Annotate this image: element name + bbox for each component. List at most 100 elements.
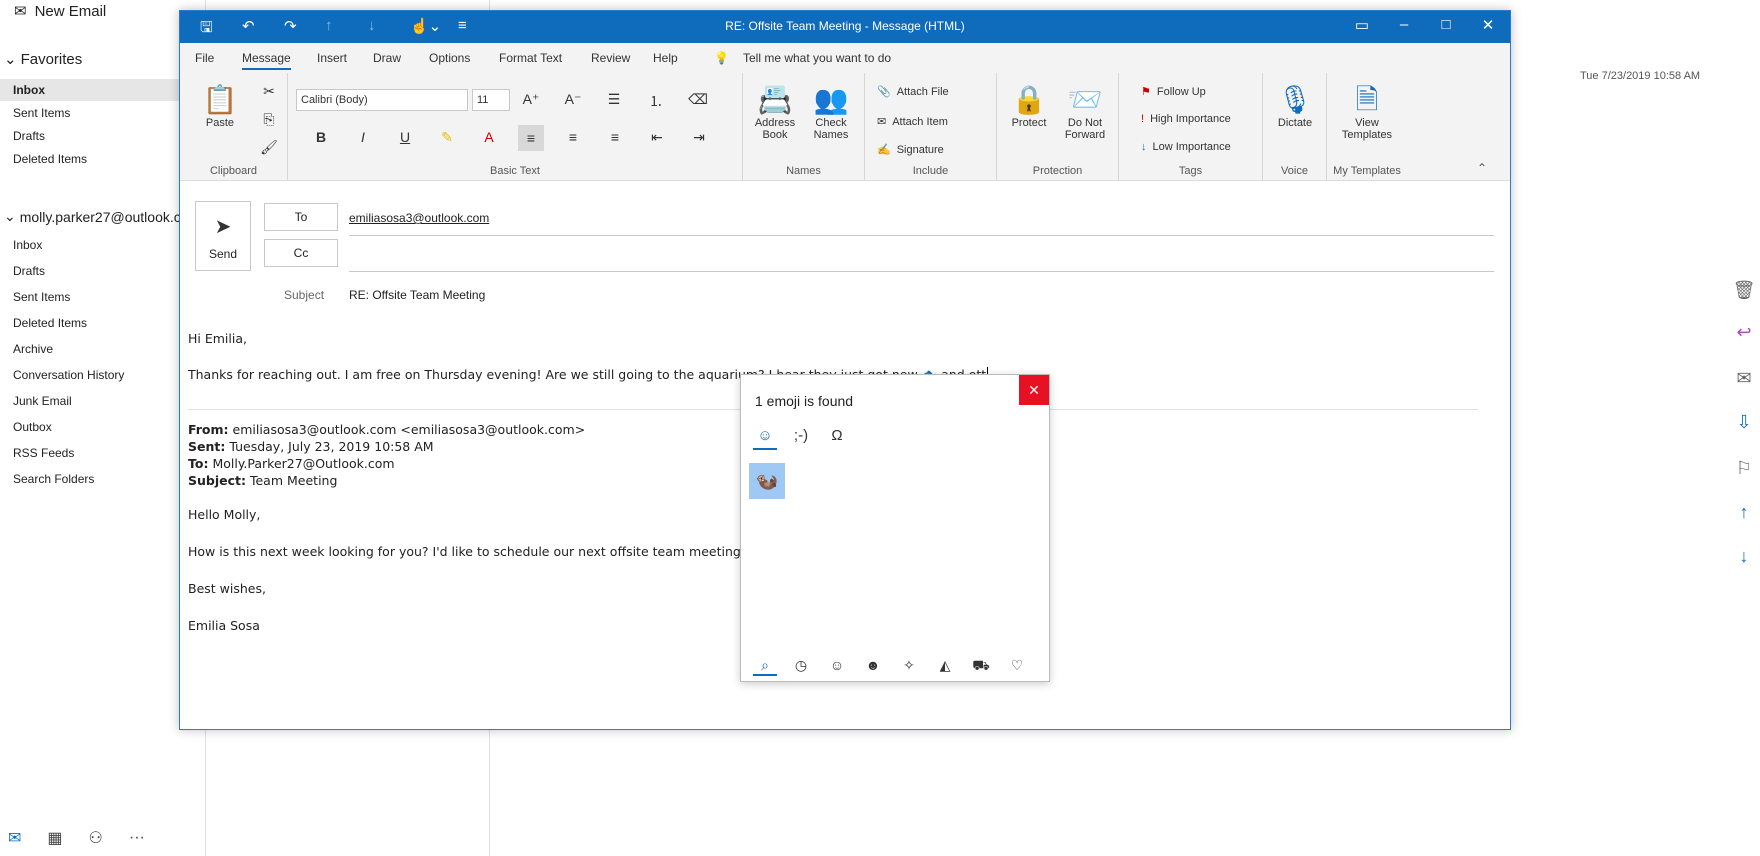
folder-drafts[interactable]: Drafts <box>0 260 180 282</box>
follow-up-button[interactable]: ⚑ Follow Up <box>1141 85 1206 99</box>
align-center-icon[interactable]: ≡ <box>560 129 586 145</box>
more-icon[interactable]: ··· <box>129 829 145 847</box>
high-importance-button[interactable]: ! High Importance <box>1141 113 1231 125</box>
format-painter-icon[interactable]: 🖌 <box>256 139 282 156</box>
folder-deleted-items[interactable]: Deleted Items <box>0 312 180 334</box>
underline-icon[interactable]: U <box>392 129 418 145</box>
folder-junk-email[interactable]: Junk Email <box>0 390 180 412</box>
folder-inbox[interactable]: Inbox <box>0 234 180 256</box>
tab-format-text[interactable]: Format Text <box>499 51 562 65</box>
folder-sent-items[interactable]: Sent Items <box>0 286 180 308</box>
reply-icon[interactable]: ↩ <box>1732 322 1756 346</box>
font-color-icon[interactable]: A <box>476 129 502 145</box>
favorites-item-sent[interactable]: Sent Items <box>0 102 180 124</box>
highlight-icon[interactable]: ✎ <box>434 129 460 146</box>
folder-outbox[interactable]: Outbox <box>0 416 180 438</box>
folder-rss-feeds[interactable]: RSS Feeds <box>0 442 180 464</box>
minimize-icon[interactable]: – <box>1389 16 1419 33</box>
tab-message[interactable]: Message <box>242 51 291 70</box>
view-templates-button[interactable]: 🗎 View Templates <box>1335 83 1399 141</box>
tab-help[interactable]: Help <box>653 51 678 65</box>
envelope-attach-icon: ✉ <box>877 116 887 128</box>
shrink-font-icon[interactable]: A⁻ <box>560 91 586 108</box>
account-header[interactable]: ⌄ molly.parker27@outlook.c... <box>4 208 192 225</box>
subject-field[interactable]: RE: Offsite Team Meeting <box>349 288 485 302</box>
attach-file-button[interactable]: 📎 Attach File <box>877 85 949 99</box>
grow-font-icon[interactable]: A⁺ <box>518 91 544 108</box>
increase-indent-icon[interactable]: ⇥ <box>686 129 712 146</box>
align-right-icon[interactable]: ≡ <box>602 129 628 145</box>
favorites-item-drafts[interactable]: Drafts <box>0 125 180 147</box>
favorites-header[interactable]: ⌄ Favorites <box>4 50 82 69</box>
ribbon-display-icon[interactable]: ▭ <box>1347 16 1377 34</box>
bold-icon[interactable]: B <box>308 129 334 145</box>
tab-file[interactable]: File <box>195 51 214 65</box>
tab-options[interactable]: Options <box>429 51 470 65</box>
emoji-close-button[interactable]: ✕ <box>1019 375 1049 405</box>
flag-icon[interactable]: ⚐ <box>1732 458 1756 482</box>
clear-formatting-icon[interactable]: ⌫ <box>685 91 711 108</box>
address-book-button[interactable]: 📇 Address Book <box>743 83 807 141</box>
tab-insert[interactable]: Insert <box>317 51 347 65</box>
to-button[interactable]: To <box>264 203 338 231</box>
folder-conversation-history[interactable]: Conversation History <box>0 364 180 386</box>
recent-icon[interactable]: ◷ <box>789 657 813 674</box>
calendar-icon[interactable]: ▦ <box>47 828 62 848</box>
mail-icon[interactable]: ✉ <box>1732 368 1756 392</box>
body-greeting: Hi Emilia, <box>188 331 247 346</box>
tab-draw[interactable]: Draw <box>373 51 401 65</box>
search-icon[interactable]: ⌕ <box>753 657 777 676</box>
delete-icon[interactable]: 🗑 <box>1732 280 1756 304</box>
maximize-icon[interactable]: □ <box>1431 16 1461 33</box>
people-icon[interactable]: ⚇ <box>89 828 103 848</box>
cc-button[interactable]: Cc <box>264 239 338 267</box>
folder-archive[interactable]: Archive <box>0 338 180 360</box>
font-size-dropdown[interactable]: 11 <box>472 89 510 111</box>
paste-button[interactable]: 📋 Paste <box>188 83 252 129</box>
people-icon[interactable]: ☻ <box>861 657 885 673</box>
tell-me-search[interactable]: Tell me what you want to do <box>743 51 891 65</box>
copy-icon[interactable]: ⎘ <box>256 111 282 128</box>
dictate-button[interactable]: 🎙 Dictate <box>1263 83 1327 129</box>
low-importance-button[interactable]: ↓ Low Importance <box>1141 141 1231 153</box>
attach-item-button[interactable]: ✉ Attach Item <box>877 115 948 129</box>
font-name-dropdown[interactable]: Calibri (Body) <box>296 89 468 111</box>
reading-pane-datetime: Tue 7/23/2019 10:58 AM <box>1580 70 1701 82</box>
car-icon[interactable]: ⛟ <box>969 657 993 676</box>
move-icon[interactable]: ⇩ <box>1732 412 1756 436</box>
mail-icon[interactable]: ✉ <box>8 828 21 848</box>
heart-icon[interactable]: ♡ <box>1005 657 1029 674</box>
smiley-icon[interactable]: ☺ <box>825 657 849 673</box>
group-basic-text: Calibri (Body) 11 A⁺ A⁻ ☰ ⒈ ⌫ B I U ✎ A … <box>288 73 743 181</box>
new-email-button[interactable]: ✉ New Email <box>14 2 106 21</box>
italic-icon[interactable]: I <box>350 129 376 145</box>
kaomoji-tab-icon[interactable]: ;-) <box>789 427 813 444</box>
emoji-tab-icon[interactable]: ☺ <box>753 427 777 450</box>
decrease-indent-icon[interactable]: ⇤ <box>644 129 670 146</box>
down-arrow-icon[interactable]: ↓ <box>1732 546 1756 570</box>
cut-icon[interactable]: ✂ <box>256 83 282 100</box>
align-left-icon[interactable]: ≡ <box>518 125 544 151</box>
do-not-forward-button[interactable]: 📨 Do Not Forward <box>1053 83 1117 141</box>
favorites-item-deleted[interactable]: Deleted Items <box>0 148 180 170</box>
food-icon[interactable]: ◭ <box>933 657 957 674</box>
cc-field[interactable] <box>349 271 1494 272</box>
to-recipient[interactable]: emiliasosa3@outlook.com <box>349 211 489 225</box>
send-label: Send <box>208 247 238 261</box>
signature-button[interactable]: ✍ Signature <box>877 143 944 157</box>
bullets-icon[interactable]: ☰ <box>601 91 627 108</box>
protect-button[interactable]: 🔒 Protect <box>997 83 1061 129</box>
paste-label: Paste <box>205 117 235 129</box>
check-names-button[interactable]: 👥 Check Names <box>799 83 863 141</box>
close-icon[interactable]: ✕ <box>1473 16 1503 34</box>
numbering-icon[interactable]: ⒈ <box>643 91 669 111</box>
celebration-icon[interactable]: ✧ <box>897 657 921 674</box>
favorites-item-inbox[interactable]: Inbox <box>0 79 180 101</box>
folder-search-folders[interactable]: Search Folders <box>0 468 180 490</box>
symbols-tab-icon[interactable]: Ω <box>825 427 849 444</box>
tab-review[interactable]: Review <box>591 51 630 65</box>
collapse-ribbon-icon[interactable]: ⌃ <box>1477 161 1487 175</box>
emoji-result-otter[interactable]: 🦦 <box>749 463 785 499</box>
up-arrow-icon[interactable]: ↑ <box>1732 502 1756 526</box>
send-button[interactable]: ➤ Send <box>195 201 251 271</box>
